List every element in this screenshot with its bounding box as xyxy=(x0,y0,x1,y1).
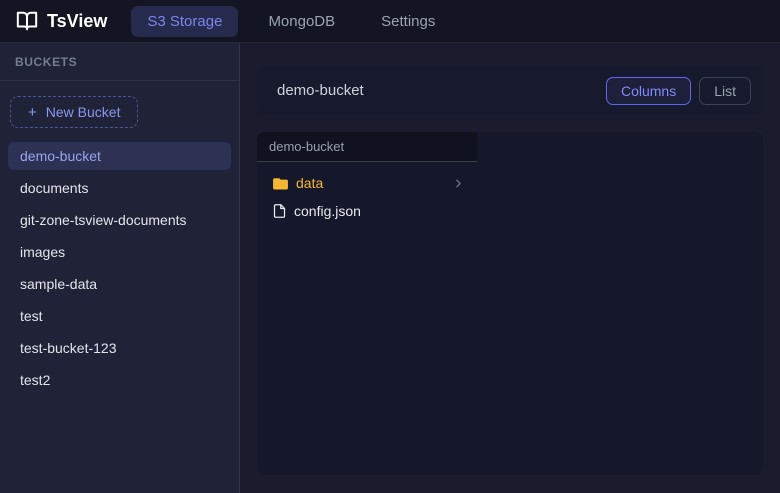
nav-tab-s3-storage[interactable]: S3 Storage xyxy=(131,6,238,37)
bucket-toolbar: demo-bucket Columns List xyxy=(257,66,763,115)
bucket-item-images[interactable]: images xyxy=(8,238,231,266)
nav-tab-mongodb[interactable]: MongoDB xyxy=(252,6,351,37)
folder-entry-data[interactable]: data xyxy=(261,169,473,197)
new-bucket-wrap: + New Bucket xyxy=(0,81,239,140)
bucket-item-test2[interactable]: test2 xyxy=(8,366,231,394)
main-content: demo-bucket Columns List demo-bucket data xyxy=(240,43,780,493)
column-header: demo-bucket xyxy=(257,132,477,162)
new-bucket-label: New Bucket xyxy=(46,104,121,120)
entry-list: data config.json xyxy=(257,162,477,232)
nav-tab-settings[interactable]: Settings xyxy=(365,6,451,37)
app-logo: TsView xyxy=(16,10,107,32)
chevron-right-icon xyxy=(452,177,465,190)
bucket-title: demo-bucket xyxy=(277,82,364,99)
top-nav: S3 Storage MongoDB Settings xyxy=(131,6,451,37)
app-title: TsView xyxy=(47,11,107,32)
entry-name: data xyxy=(296,175,323,191)
bucket-list: demo-bucket documents git-zone-tsview-docu… xyxy=(0,140,239,400)
file-browser: demo-bucket data xyxy=(257,132,763,475)
browser-column: demo-bucket data xyxy=(257,132,477,475)
view-mode-columns[interactable]: Columns xyxy=(606,77,691,105)
topbar: TsView S3 Storage MongoDB Settings xyxy=(0,0,780,43)
file-icon xyxy=(272,203,287,219)
main-layout: BUCKETS + New Bucket demo-bucket document… xyxy=(0,43,780,493)
bucket-item-test-bucket-123[interactable]: test-bucket-123 xyxy=(8,334,231,362)
entry-name: config.json xyxy=(294,203,361,219)
view-toggle: Columns List xyxy=(606,77,751,105)
bucket-item-git-zone-tsview-documents[interactable]: git-zone-tsview-documents xyxy=(8,206,231,234)
bucket-item-sample-data[interactable]: sample-data xyxy=(8,270,231,298)
view-mode-list[interactable]: List xyxy=(699,77,751,105)
bucket-item-test[interactable]: test xyxy=(8,302,231,330)
new-bucket-button[interactable]: + New Bucket xyxy=(10,96,138,128)
bucket-item-documents[interactable]: documents xyxy=(8,174,231,202)
buckets-sidebar: BUCKETS + New Bucket demo-bucket document… xyxy=(0,43,240,493)
bucket-item-demo-bucket[interactable]: demo-bucket xyxy=(8,142,231,170)
plus-icon: + xyxy=(28,105,37,120)
book-open-icon xyxy=(16,10,38,32)
file-entry-config.json[interactable]: config.json xyxy=(261,197,473,225)
folder-icon xyxy=(272,175,289,192)
buckets-section-title: BUCKETS xyxy=(0,43,239,81)
